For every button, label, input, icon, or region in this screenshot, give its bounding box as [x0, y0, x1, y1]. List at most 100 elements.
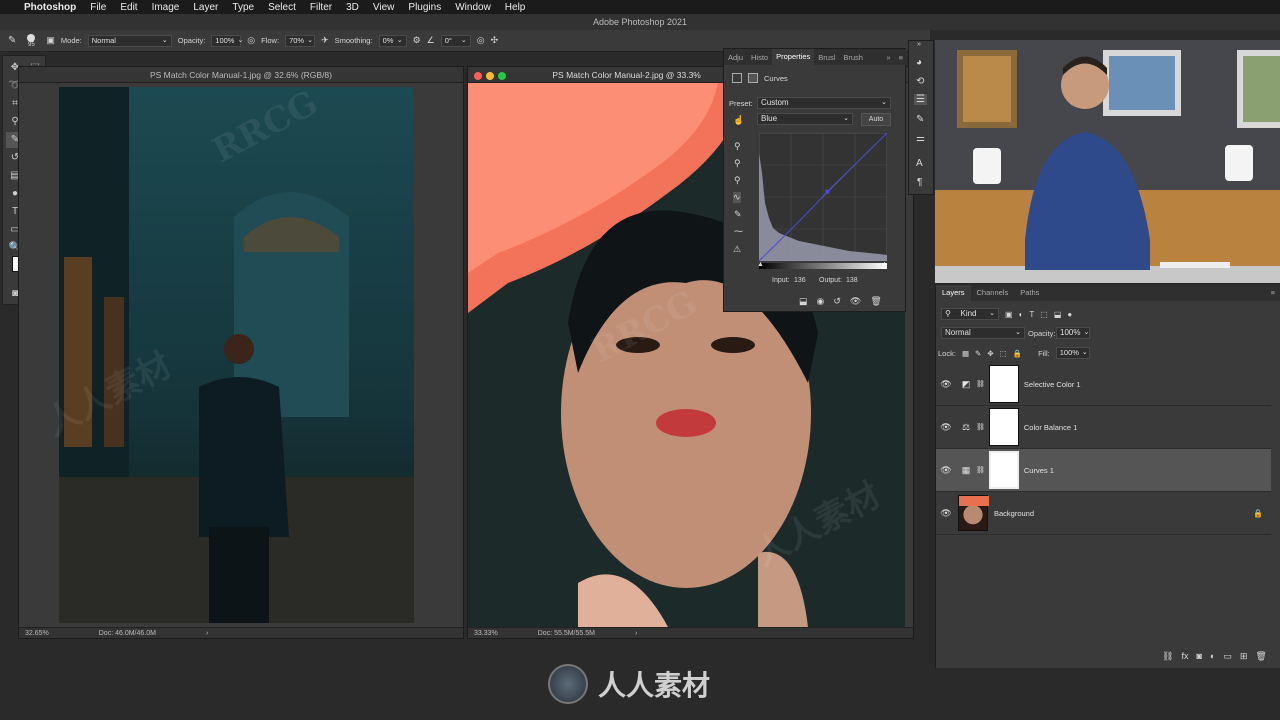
- minimize-window-icon[interactable]: [486, 71, 494, 80]
- tab-brush-settings[interactable]: Brusl: [814, 53, 839, 62]
- layer-mask-thumbnail[interactable]: [988, 451, 1019, 489]
- visibility-eye-icon[interactable]: 👁: [936, 508, 956, 519]
- layer-row[interactable]: 👁 ▦ ⛓ Curves 1: [936, 449, 1271, 492]
- flow-select[interactable]: 70%: [285, 34, 316, 47]
- link-layers-icon[interactable]: ⛓: [1162, 651, 1173, 662]
- pressure-size-icon[interactable]: ◎: [477, 35, 485, 46]
- status-menu-chevron-icon[interactable]: ›: [206, 630, 208, 637]
- lock-icon[interactable]: 🔒: [1253, 509, 1263, 518]
- new-group-icon[interactable]: ▭: [1223, 651, 1232, 662]
- angle-input[interactable]: 0°: [440, 34, 471, 47]
- menu-help[interactable]: Help: [505, 2, 526, 13]
- history-panel-icon[interactable]: ⟲: [916, 76, 924, 87]
- lock-transparency-icon[interactable]: ▦: [962, 349, 969, 358]
- brush-preset-picker[interactable]: 95: [22, 33, 40, 48]
- menu-filter[interactable]: Filter: [310, 2, 332, 13]
- tab-adjustments[interactable]: Adju: [724, 53, 747, 62]
- smooth-curve-icon[interactable]: ⁓: [734, 226, 743, 237]
- eyedropper-white-icon[interactable]: ⚲: [734, 175, 741, 186]
- targeted-adjustment-icon[interactable]: ☝: [733, 115, 744, 126]
- lock-position-icon[interactable]: ✥: [987, 349, 993, 358]
- opacity-select[interactable]: 100%: [211, 34, 242, 47]
- visibility-eye-icon[interactable]: 👁: [850, 296, 861, 307]
- menu-edit[interactable]: Edit: [120, 2, 137, 13]
- filter-shape-icon[interactable]: ⬚: [1040, 310, 1048, 319]
- menu-image[interactable]: Image: [152, 2, 180, 13]
- layer-row[interactable]: 👁 Background 🔒: [936, 492, 1271, 535]
- filter-kind-select[interactable]: ⚲ Kind: [941, 308, 999, 320]
- lock-artboard-icon[interactable]: ⬚: [1000, 349, 1007, 358]
- menu-3d[interactable]: 3D: [346, 2, 359, 13]
- lock-all-icon[interactable]: 🔒: [1013, 349, 1022, 358]
- panel-menu-icon[interactable]: ≡: [895, 53, 907, 62]
- layer-name[interactable]: Selective Color 1: [1024, 380, 1081, 389]
- curve-pencil-icon[interactable]: ✎: [734, 209, 742, 220]
- output-value[interactable]: 138: [846, 277, 858, 284]
- menu-layer[interactable]: Layer: [193, 2, 218, 13]
- new-adjustment-icon[interactable]: ◐: [1210, 651, 1215, 662]
- tab-layers[interactable]: Layers: [936, 285, 971, 301]
- filter-type-icon[interactable]: T: [1029, 310, 1034, 319]
- blend-mode-select[interactable]: Normal: [941, 327, 1025, 339]
- image-thumbnail[interactable]: [958, 495, 989, 531]
- mode-select[interactable]: Normal: [87, 34, 172, 47]
- paragraph-panel-icon[interactable]: ¶: [917, 177, 922, 188]
- clipping-warning-icon[interactable]: ⚠: [733, 244, 741, 255]
- panel-menu-icon[interactable]: ≡: [1265, 285, 1280, 301]
- brush-panel-icon[interactable]: ✎: [916, 114, 924, 125]
- airbrush-icon[interactable]: ✈: [321, 35, 329, 46]
- layer-row[interactable]: 👁 ◩ ⛓ Selective Color 1: [936, 363, 1271, 406]
- curve-point-icon[interactable]: ∿: [733, 192, 741, 203]
- menu-window[interactable]: Window: [455, 2, 491, 13]
- mask-icon[interactable]: [748, 73, 758, 83]
- menu-select[interactable]: Select: [268, 2, 296, 13]
- curves-graph[interactable]: [759, 133, 887, 261]
- tab-channels[interactable]: Channels: [971, 285, 1015, 301]
- document-window-1[interactable]: PS Match Color Manual-1.jpg @ 32.6% (RGB…: [18, 66, 464, 639]
- tab-paths[interactable]: Paths: [1014, 285, 1045, 301]
- tab-brushes[interactable]: Brush: [839, 53, 867, 62]
- document-1-image[interactable]: [59, 87, 414, 623]
- layer-opacity-input[interactable]: 100%: [1056, 327, 1090, 339]
- collapse-strip-icon[interactable]: »: [917, 41, 921, 48]
- adjustments-panel-icon[interactable]: ☰: [914, 94, 927, 105]
- layer-mask-thumbnail[interactable]: [988, 408, 1019, 446]
- white-point-slider[interactable]: ▲: [881, 261, 888, 268]
- lock-pixels-icon[interactable]: ✎: [975, 349, 981, 358]
- filter-adjustment-icon[interactable]: ◐: [1019, 310, 1024, 319]
- menu-app-name[interactable]: Photoshop: [24, 2, 76, 13]
- visibility-eye-icon[interactable]: 👁: [936, 465, 956, 476]
- pressure-opacity-icon[interactable]: ◎: [247, 35, 255, 46]
- document-1-zoom[interactable]: 32.65%: [25, 630, 49, 637]
- fill-input[interactable]: 100%: [1055, 347, 1090, 359]
- menu-view[interactable]: View: [373, 2, 395, 13]
- collapse-panel-icon[interactable]: »: [882, 53, 894, 62]
- layer-style-icon[interactable]: fx: [1181, 651, 1188, 662]
- tab-histogram[interactable]: Histo: [747, 53, 772, 62]
- close-window-icon[interactable]: [474, 71, 482, 80]
- color-panel-icon[interactable]: ◕: [916, 57, 922, 68]
- brush-tool-icon[interactable]: ✎: [8, 35, 16, 46]
- document-2-zoom[interactable]: 33.33%: [474, 630, 498, 637]
- clip-to-layer-icon[interactable]: ⬓: [799, 296, 808, 307]
- menu-type[interactable]: Type: [232, 2, 254, 13]
- layer-mask-thumbnail[interactable]: [988, 365, 1019, 403]
- sliders-panel-icon[interactable]: ⚌: [916, 133, 925, 144]
- visibility-eye-icon[interactable]: 👁: [936, 379, 956, 390]
- smoothing-select[interactable]: 0%: [378, 34, 407, 47]
- zoom-window-icon[interactable]: [498, 71, 506, 80]
- view-previous-icon[interactable]: ◉: [817, 296, 825, 307]
- new-layer-icon[interactable]: ⊞: [1240, 651, 1248, 662]
- curve-control-point[interactable]: [825, 189, 830, 194]
- layer-row[interactable]: 👁 ⚖ ⛓ Color Balance 1: [936, 406, 1271, 449]
- filter-pixel-icon[interactable]: ▣: [1005, 310, 1013, 319]
- layer-name[interactable]: Curves 1: [1024, 466, 1054, 475]
- filter-smart-object-icon[interactable]: ⬓: [1054, 310, 1062, 319]
- tab-properties[interactable]: Properties: [772, 49, 815, 65]
- document-tab-1[interactable]: PS Match Color Manual-1.jpg @ 32.6% (RGB…: [19, 67, 463, 83]
- black-point-slider[interactable]: ▲: [757, 261, 764, 268]
- character-panel-icon[interactable]: A: [916, 158, 923, 169]
- reset-icon[interactable]: ↺: [833, 296, 841, 307]
- eyedropper-gray-icon[interactable]: ⚲: [734, 158, 741, 169]
- layer-name[interactable]: Background: [994, 509, 1034, 518]
